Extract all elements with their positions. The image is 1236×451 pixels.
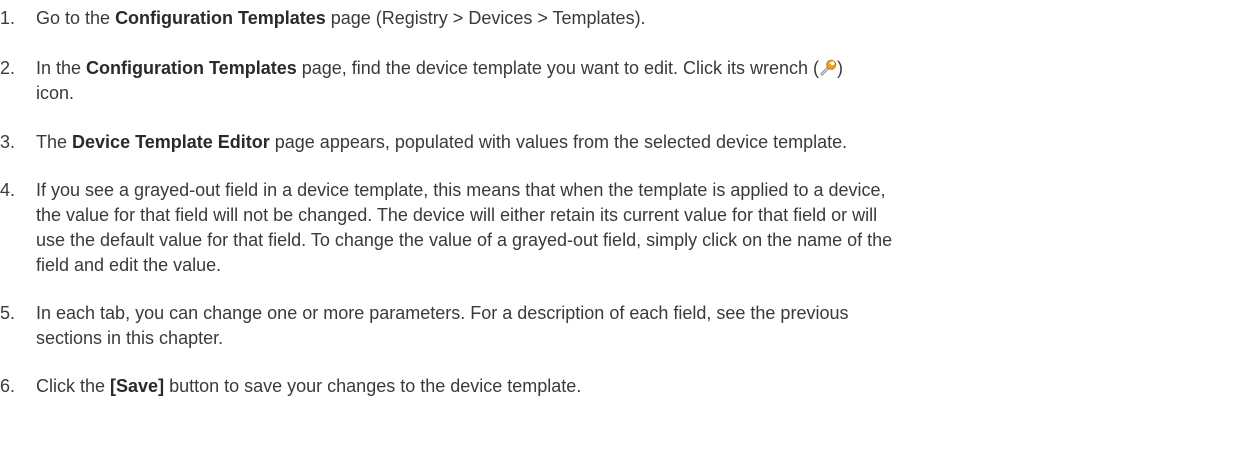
step-number: 6. <box>0 376 16 396</box>
step-text-bold: Configuration Templates <box>115 8 326 28</box>
step-text-bold: Configuration Templates <box>86 58 297 78</box>
step-text-pre: The <box>36 132 73 152</box>
step-line: use the default value for that field. To… <box>36 230 893 250</box>
step-line: sections in this chapter. <box>36 328 224 348</box>
step-text-pre: Click the <box>36 376 111 396</box>
step-text-pre: Go to the <box>36 8 116 28</box>
step-line: In each tab, you can change one or more … <box>36 303 849 323</box>
step-number: 5. <box>0 303 16 323</box>
step-number: 4. <box>0 180 16 200</box>
step-text-pre: In the <box>36 58 87 78</box>
step-text-post: button to save your changes to the devic… <box>164 376 582 396</box>
wrench-icon <box>820 59 837 76</box>
step-line: icon. <box>36 83 75 103</box>
step-text-post2: ) <box>837 58 843 78</box>
step-number: 3. <box>0 132 16 152</box>
step-text: The Device Template Editor page appears,… <box>36 130 1232 155</box>
step-text-post: page, find the device template you want … <box>296 58 819 78</box>
step-line: If you see a grayed-out field in a devic… <box>36 180 886 200</box>
document: 1. Go to the Configuration Templates pag… <box>0 0 1236 451</box>
step-number: 2. <box>0 58 16 78</box>
step-text: Click the [Save] button to save your cha… <box>36 374 1232 399</box>
step-text-post: page (Registry > Devices > Templates). <box>325 8 646 28</box>
step-text-post: page appears, populated with values from… <box>269 132 848 152</box>
step-number: 1. <box>0 8 16 28</box>
step-text-bold: Device Template Editor <box>72 132 270 152</box>
step-text-bold: [Save] <box>110 376 165 396</box>
step-text: In each tab, you can change one or more … <box>36 301 1232 351</box>
step-text: If you see a grayed-out field in a devic… <box>36 178 1232 278</box>
step-line: the value for that field will not be cha… <box>36 205 878 225</box>
step-line: In the Configuration Templates page, fin… <box>36 56 1232 81</box>
step-text: Go to the Configuration Templates page (… <box>36 6 1232 31</box>
step-line: field and edit the value. <box>36 255 222 275</box>
step-text: In the Configuration Templates page, fin… <box>36 56 1232 106</box>
